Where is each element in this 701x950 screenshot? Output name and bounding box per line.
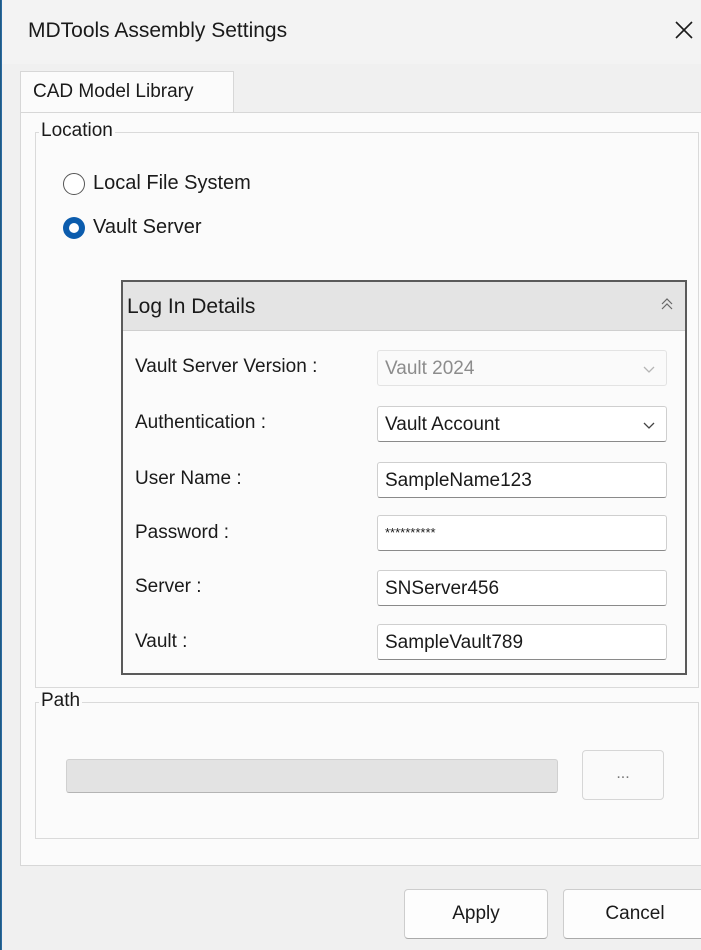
password-label: Password : (135, 522, 229, 543)
user-name-value: SampleName123 (385, 470, 532, 491)
authentication-label: Authentication : (135, 412, 266, 433)
local-file-system-radio[interactable] (63, 173, 85, 195)
path-legend: Path (39, 690, 83, 712)
password-value: ********** (385, 525, 436, 540)
user-name-label: User Name : (135, 468, 242, 489)
close-icon (675, 21, 693, 39)
login-details-title: Log In Details (127, 295, 256, 318)
server-field[interactable]: SNServer456 (377, 570, 667, 606)
path-field[interactable] (66, 759, 558, 793)
vault-field[interactable]: SampleVault789 (377, 624, 667, 660)
vault-value: SampleVault789 (385, 632, 524, 653)
vault-server-version-value: Vault 2024 (385, 358, 475, 379)
path-group: Path ... (35, 690, 699, 839)
vault-server-version-dropdown: Vault 2024 (377, 350, 667, 386)
local-file-system-label[interactable]: Local File System (93, 172, 251, 195)
apply-button[interactable]: Apply (404, 889, 548, 939)
password-field[interactable]: ********** (377, 515, 667, 551)
vault-server-radio[interactable] (63, 217, 85, 239)
location-legend: Location (39, 120, 115, 142)
authentication-dropdown[interactable]: Vault Account (377, 406, 667, 442)
user-name-field[interactable]: SampleName123 (377, 462, 667, 498)
vault-server-label[interactable]: Vault Server (93, 216, 202, 239)
title-bar: MDTools Assembly Settings (2, 0, 701, 64)
vault-label: Vault : (135, 631, 188, 652)
browse-button[interactable]: ... (582, 750, 664, 800)
tab-cad-model-library[interactable]: CAD Model Library (20, 71, 234, 113)
close-button[interactable] (666, 12, 701, 48)
tab-page-cad-model-library: Location Local File System Vault Server … (20, 112, 701, 866)
chevron-down-icon (643, 422, 655, 429)
chevron-down-icon (643, 366, 655, 373)
location-group: Location Local File System Vault Server … (35, 120, 699, 688)
vault-server-option[interactable]: Vault Server (63, 215, 263, 243)
vault-server-version-label: Vault Server Version : (135, 356, 318, 377)
tab-strip: CAD Model Library (20, 71, 688, 113)
server-value: SNServer456 (385, 578, 500, 599)
collapse-chevrons-icon[interactable] (659, 296, 675, 312)
login-details-panel: Log In Details Vault Server Version : Va… (121, 280, 687, 675)
login-details-header[interactable]: Log In Details (123, 282, 685, 331)
server-label: Server : (135, 576, 202, 597)
settings-dialog: MDTools Assembly Settings CAD Model Libr… (1, 0, 701, 950)
authentication-value: Vault Account (385, 414, 500, 435)
local-file-system-option[interactable]: Local File System (63, 171, 323, 199)
cancel-button[interactable]: Cancel (563, 889, 701, 939)
window-title: MDTools Assembly Settings (28, 19, 288, 42)
